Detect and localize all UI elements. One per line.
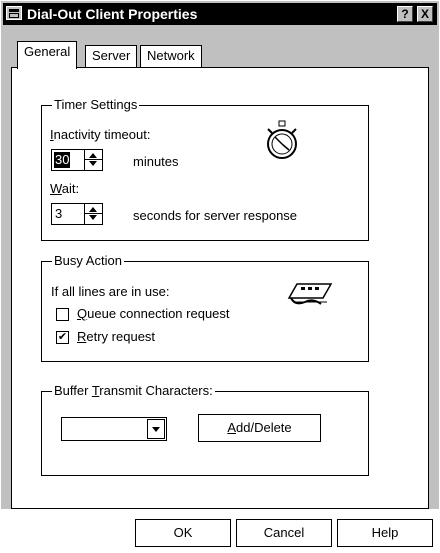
properties-window: Dial-Out Client Properties ? X General S… bbox=[0, 0, 440, 553]
general-tab-panel: Timer Settings Inactivity timeout: 30 mi… bbox=[11, 67, 429, 509]
title-bar[interactable]: Dial-Out Client Properties ? X bbox=[3, 3, 437, 25]
minutes-label: minutes bbox=[133, 154, 179, 169]
buffer-transmit-legend: Buffer Transmit Characters: bbox=[52, 383, 215, 399]
modem-icon bbox=[287, 283, 333, 305]
buffer-characters-dropdown[interactable] bbox=[61, 417, 167, 441]
buffer-transmit-group: Buffer Transmit Characters: Add/Delete bbox=[41, 383, 369, 476]
tab-network[interactable]: Network bbox=[140, 45, 202, 67]
retry-request-label[interactable]: Retry request bbox=[77, 329, 155, 345]
dialog-button-bar: OK Cancel Help bbox=[1, 509, 439, 553]
inactivity-timeout-spinner[interactable]: 30 bbox=[51, 149, 103, 171]
wait-spinner[interactable]: 3 bbox=[51, 203, 103, 225]
retry-checkbox[interactable]: ✔ bbox=[56, 331, 69, 344]
inactivity-timeout-value[interactable]: 30 bbox=[54, 152, 71, 168]
timer-settings-legend: Timer Settings bbox=[52, 97, 140, 113]
timer-settings-group: Timer Settings Inactivity timeout: 30 mi… bbox=[41, 97, 369, 241]
busy-action-legend: Busy Action bbox=[52, 253, 124, 269]
window-title: Dial-Out Client Properties bbox=[27, 6, 198, 22]
inactivity-timeout-label: Inactivity timeout: bbox=[50, 127, 151, 142]
help-title-button[interactable]: ? bbox=[397, 6, 413, 22]
wait-label: Wait: bbox=[50, 181, 80, 196]
ok-button[interactable]: OK bbox=[135, 519, 231, 547]
window-menu-icon[interactable] bbox=[6, 6, 22, 20]
wait-spin-arrows-icon[interactable] bbox=[84, 204, 102, 224]
tab-server[interactable]: Server bbox=[85, 45, 138, 67]
queue-connection-label[interactable]: Queue connection request bbox=[77, 306, 230, 322]
seconds-label: seconds for server response bbox=[133, 208, 298, 223]
chevron-down-icon[interactable] bbox=[147, 419, 165, 439]
help-button[interactable]: Help bbox=[337, 519, 433, 547]
queue-checkbox[interactable] bbox=[56, 308, 69, 321]
busy-action-group: Busy Action If all lines are in use: Que… bbox=[41, 253, 369, 362]
inactivity-spin-arrows-icon[interactable] bbox=[84, 150, 102, 170]
tab-general[interactable]: General bbox=[17, 41, 78, 69]
close-button[interactable]: X bbox=[417, 6, 433, 22]
add-delete-button[interactable]: Add/Delete bbox=[198, 414, 321, 442]
busy-intro-label: If all lines are in use: bbox=[51, 284, 170, 299]
stopwatch-icon bbox=[267, 120, 297, 159]
wait-value[interactable]: 3 bbox=[54, 206, 63, 222]
cancel-button[interactable]: Cancel bbox=[236, 519, 332, 547]
